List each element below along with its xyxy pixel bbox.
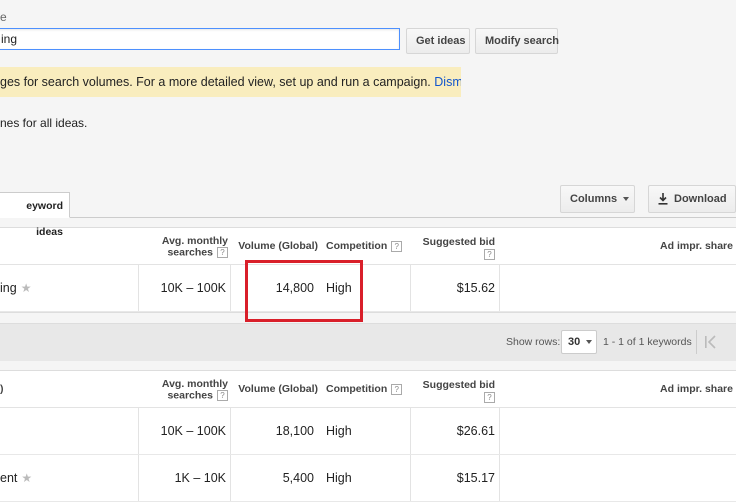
col-suggested-bid-label: Suggested bid [422, 236, 495, 248]
chevron-down-icon [623, 197, 630, 202]
competition-cell: High [326, 471, 352, 485]
col-volume-global[interactable]: Volume (Global) [232, 371, 318, 407]
help-icon[interactable]: ? [484, 391, 495, 403]
avg-monthly-cell: 1K – 10K [174, 471, 226, 485]
col-competition[interactable]: Competition? [326, 371, 410, 407]
help-icon[interactable]: ? [217, 390, 228, 401]
col-avg-monthly[interactable]: Avg. monthly searches? [140, 228, 228, 264]
get-ideas-button[interactable]: Get ideas [406, 28, 470, 54]
keyword-ideas-table: ) Avg. monthly searches? Volume (Global)… [0, 370, 736, 502]
field-label: e [0, 10, 7, 24]
pagination-bar: Show rows: 30 1 - 1 of 1 keywords [0, 323, 736, 361]
download-icon [658, 193, 668, 205]
bid-cell: $15.62 [456, 281, 495, 295]
search-terms-table: Avg. monthly searches? Volume (Global) C… [0, 227, 736, 313]
col-competition-label: Competition [326, 383, 388, 395]
table-row: ent ★ 1K – 10K 5,400 High $15.17 [0, 455, 736, 502]
tab-divider [0, 217, 736, 218]
keyword-cell: ing ★ [0, 265, 31, 311]
rows-per-page-value: 30 [568, 336, 581, 348]
chevron-down-icon [586, 340, 593, 345]
download-button[interactable]: Download [648, 185, 736, 213]
col-volume-global[interactable]: Volume (Global) [232, 228, 318, 264]
show-rows-label: Show rows: [506, 336, 561, 348]
notice-banner: ges for search volumes. For a more detai… [0, 67, 461, 97]
tab-keyword-ideas[interactable]: eyword ideas [0, 192, 70, 238]
columns-button[interactable]: Columns [560, 185, 635, 213]
col-suggested-bid-label: Suggested bid [422, 379, 495, 391]
table-header: ) Avg. monthly searches? Volume (Global)… [0, 371, 736, 408]
divider [138, 408, 139, 454]
help-icon[interactable]: ? [484, 248, 495, 260]
divider [230, 455, 231, 501]
star-icon[interactable]: ★ [21, 455, 32, 501]
col-ad-group[interactable]: ) [0, 371, 20, 407]
divider [410, 455, 411, 501]
col-suggested-bid[interactable]: Suggested bid? [415, 371, 495, 407]
help-icon[interactable]: ? [217, 247, 228, 258]
columns-label: Columns [570, 193, 618, 205]
col-ad-impr-share[interactable]: Ad impr. share [600, 371, 733, 407]
volume-cell: 18,100 [275, 424, 314, 438]
divider [138, 265, 139, 311]
table-header: Avg. monthly searches? Volume (Global) C… [0, 228, 736, 265]
star-icon[interactable]: ★ [21, 265, 32, 311]
help-icon[interactable]: ? [391, 383, 403, 395]
bid-cell: $15.17 [456, 471, 495, 485]
modify-search-button[interactable]: Modify search [475, 28, 559, 54]
divider [410, 265, 411, 311]
rows-per-page-select[interactable]: 30 [561, 330, 597, 354]
highlight-box [245, 260, 363, 322]
avg-monthly-cell: 10K – 100K [160, 281, 226, 295]
competition-cell: High [326, 424, 352, 438]
sub-note: nes for all ideas. [0, 116, 88, 130]
divider [410, 408, 411, 454]
volume-cell: 5,400 [282, 471, 314, 485]
divider [138, 455, 139, 501]
keyword-cell: ent ★ [0, 455, 32, 501]
dismiss-link[interactable]: Dismiss [434, 75, 461, 89]
divider [499, 408, 500, 454]
col-suggested-bid[interactable]: Suggested bid? [415, 228, 495, 264]
bid-cell: $26.61 [456, 424, 495, 438]
keyword-text: ing [0, 281, 17, 295]
divider [230, 265, 231, 311]
divider [499, 265, 500, 311]
col-competition[interactable]: Competition? [326, 228, 410, 264]
divider [230, 408, 231, 454]
table-row: 10K – 100K 18,100 High $26.61 [0, 408, 736, 455]
col-competition-label: Competition [326, 240, 388, 252]
divider [696, 330, 697, 354]
first-page-icon[interactable] [704, 335, 718, 349]
notice-text: ges for search volumes. For a more detai… [0, 75, 435, 89]
avg-monthly-cell: 10K – 100K [160, 424, 226, 438]
keyword-text: ent [0, 471, 18, 485]
divider [499, 455, 500, 501]
col-ad-impr-share[interactable]: Ad impr. share [600, 228, 733, 264]
keyword-input[interactable] [0, 28, 400, 50]
col-avg-monthly[interactable]: Avg. monthly searches? [140, 371, 228, 407]
table-row: ing ★ 10K – 100K 14,800 High $15.62 [0, 265, 736, 312]
range-label: 1 - 1 of 1 keywords [603, 336, 692, 348]
download-label: Download [674, 193, 727, 205]
help-icon[interactable]: ? [391, 240, 403, 252]
